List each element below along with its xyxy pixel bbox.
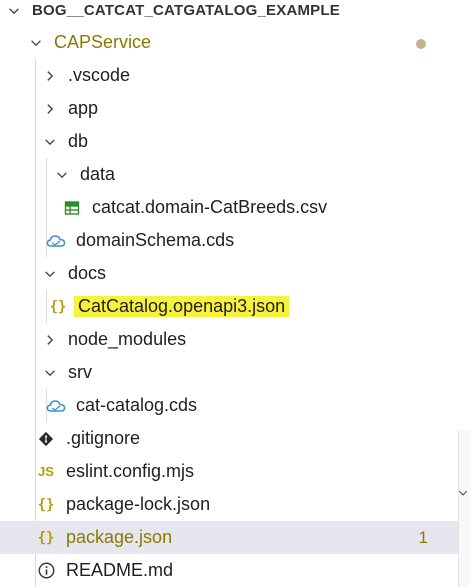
folder-label: db bbox=[68, 131, 89, 151]
workspace-root[interactable]: BOG__CATCAT_CATGATALOG_EXAMPLE bbox=[0, 0, 470, 27]
json-file-icon: {} bbox=[37, 496, 55, 513]
scrollbar[interactable] bbox=[458, 430, 470, 587]
chevron-down-icon bbox=[42, 363, 58, 383]
cds-file-icon bbox=[46, 231, 66, 251]
folder-label: app bbox=[68, 98, 99, 118]
file-eslint-config-mjs[interactable]: JS eslint.config.mjs bbox=[0, 455, 470, 488]
file-readme-md[interactable]: README.md bbox=[0, 554, 470, 587]
folder-docs[interactable]: docs bbox=[0, 257, 470, 290]
folder-vscode[interactable]: .vscode bbox=[0, 59, 470, 92]
chevron-down-icon bbox=[6, 1, 22, 21]
csv-file-icon bbox=[62, 198, 82, 218]
file-package-lock-json[interactable]: {} package-lock.json bbox=[0, 488, 470, 521]
cds-file-icon bbox=[46, 396, 66, 416]
chevron-down-icon bbox=[42, 264, 58, 284]
git-icon bbox=[36, 429, 56, 449]
folder-label: .vscode bbox=[68, 65, 131, 85]
chevron-right-icon bbox=[42, 330, 58, 350]
file-label: README.md bbox=[66, 560, 174, 580]
chevron-down-icon bbox=[28, 33, 44, 53]
info-icon bbox=[36, 561, 56, 581]
file-gitignore[interactable]: .gitignore bbox=[0, 422, 470, 455]
chevron-right-icon bbox=[42, 66, 58, 86]
chevron-down-icon[interactable] bbox=[456, 483, 470, 503]
file-catbreeds-csv[interactable]: catcat.domain-CatBreeds.csv bbox=[0, 191, 470, 224]
folder-node-modules[interactable]: node_modules bbox=[0, 323, 470, 356]
file-label: package.json bbox=[66, 527, 173, 547]
json-file-icon: {} bbox=[37, 529, 55, 546]
folder-db[interactable]: db bbox=[0, 125, 470, 158]
folder-app[interactable]: app bbox=[0, 92, 470, 125]
chevron-down-icon bbox=[54, 165, 70, 185]
folder-data[interactable]: data bbox=[0, 158, 470, 191]
file-label: CatCatalog.openapi3.json bbox=[74, 296, 290, 317]
folder-label: node_modules bbox=[68, 329, 187, 349]
folder-srv[interactable]: srv bbox=[0, 356, 470, 389]
folder-label: docs bbox=[68, 263, 107, 283]
chevron-right-icon bbox=[42, 99, 58, 119]
folder-label: CAPService bbox=[54, 32, 152, 52]
modified-dot-icon bbox=[416, 39, 426, 49]
problem-count-badge: 1 bbox=[418, 527, 428, 547]
chevron-down-icon bbox=[42, 132, 58, 152]
file-label: domainSchema.cds bbox=[76, 230, 235, 250]
file-package-json[interactable]: {} package.json 1 bbox=[0, 521, 458, 554]
file-catcatalog-openapi3-json[interactable]: {} CatCatalog.openapi3.json bbox=[0, 290, 470, 323]
file-domainschema-cds[interactable]: domainSchema.cds bbox=[0, 224, 470, 257]
workspace-root-label: BOG__CATCAT_CATGATALOG_EXAMPLE bbox=[32, 2, 340, 19]
file-label: package-lock.json bbox=[66, 494, 211, 514]
file-explorer: BOG__CATCAT_CATGATALOG_EXAMPLE CAPServic… bbox=[0, 0, 470, 587]
file-label: catcat.domain-CatBreeds.csv bbox=[92, 197, 328, 217]
file-label: eslint.config.mjs bbox=[66, 461, 195, 481]
file-cat-catalog-cds[interactable]: cat-catalog.cds bbox=[0, 389, 470, 422]
file-label: .gitignore bbox=[66, 428, 141, 448]
folder-label: srv bbox=[68, 362, 92, 382]
folder-capservice[interactable]: CAPService bbox=[0, 26, 470, 59]
folder-label: data bbox=[80, 164, 116, 184]
file-label: cat-catalog.cds bbox=[76, 395, 198, 415]
js-file-icon: JS bbox=[38, 464, 54, 479]
json-file-icon: {} bbox=[49, 298, 67, 315]
